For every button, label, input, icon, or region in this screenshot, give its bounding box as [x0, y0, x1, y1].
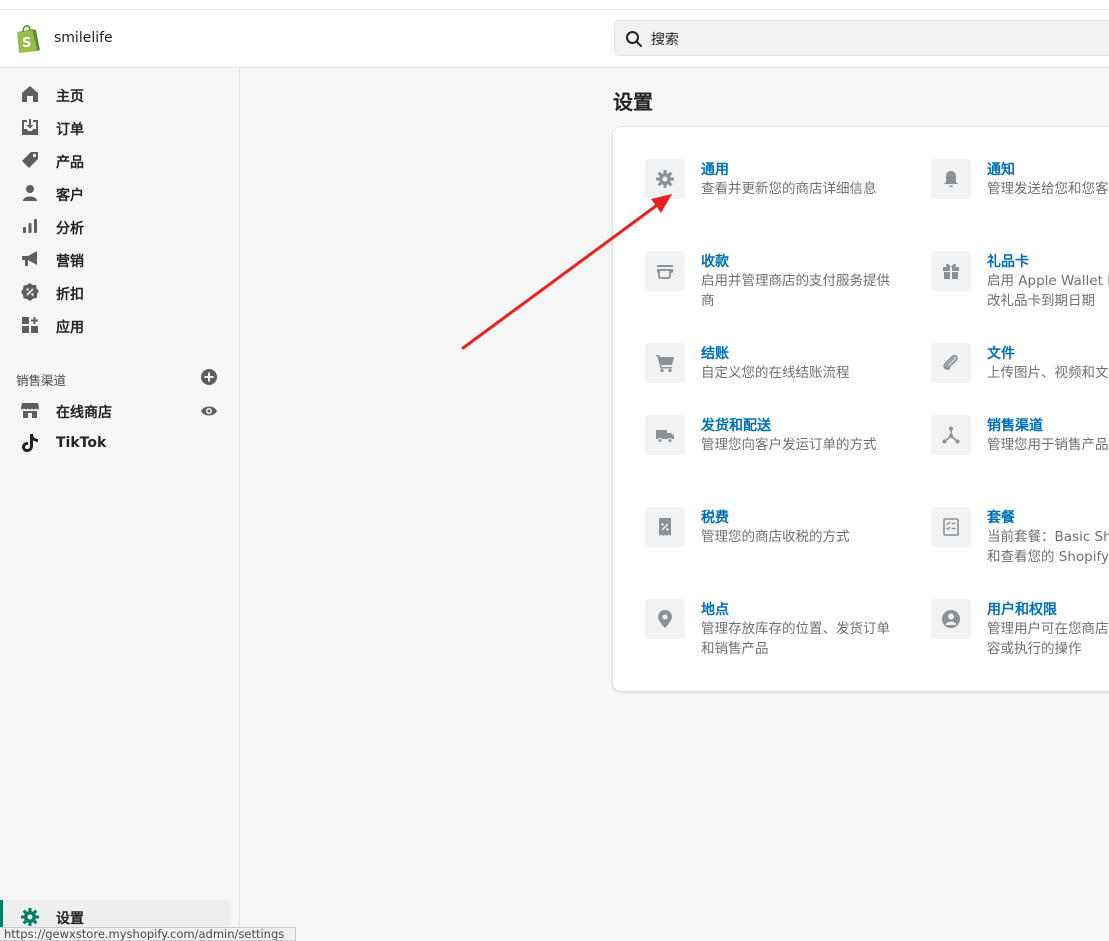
- setting-title[interactable]: 套餐: [987, 507, 1015, 527]
- icon-box: [645, 251, 685, 291]
- icon-box: [931, 251, 971, 291]
- store-icon: [21, 403, 39, 418]
- setting-title[interactable]: 通用: [701, 159, 729, 179]
- setting-description: 自定义您的在线结账流程: [701, 365, 850, 381]
- top-bar: S smilelife 搜索: [0, 10, 1109, 68]
- setting-description: 上传图片、视频和文档: [987, 365, 1109, 381]
- setting-description: 启用并管理商店的支付服务提供商: [701, 273, 890, 309]
- sidebar-item-discounts[interactable]: 折扣: [0, 276, 231, 309]
- megaphone-icon: [22, 251, 37, 266]
- sales-channels-heading: 销售渠道: [16, 373, 67, 388]
- setting-description: 启用 Apple Wallet Passes 或更改礼品卡到期日期: [987, 273, 1109, 309]
- icon-box: [931, 507, 971, 547]
- svg-text:S: S: [22, 36, 31, 51]
- setting-title[interactable]: 通知: [987, 159, 1015, 179]
- icon-box: [645, 599, 685, 639]
- sidebar-item-label: 产品: [56, 155, 84, 171]
- setting-title[interactable]: 礼品卡: [987, 251, 1029, 271]
- sidebar-item-analytics[interactable]: 分析: [0, 210, 231, 243]
- cart-icon: [656, 355, 674, 373]
- sidebar-item-label: 订单: [56, 122, 84, 138]
- sidebar-item-marketing[interactable]: 营销: [0, 243, 231, 276]
- payments-icon: [657, 265, 673, 279]
- sidebar-item-label: 设置: [56, 911, 84, 927]
- analytics-icon: [23, 219, 37, 233]
- icon-box: [931, 599, 971, 639]
- gift-icon: [943, 263, 959, 279]
- truck-icon: [656, 430, 674, 443]
- sidebar-item-label: 应用: [56, 320, 84, 336]
- shopify-logo-icon[interactable]: S: [14, 24, 40, 54]
- search-bar[interactable]: 搜索: [614, 20, 1109, 56]
- sidebar-item-label: 营销: [56, 254, 84, 270]
- search-input[interactable]: 搜索: [651, 29, 679, 49]
- setting-title[interactable]: 文件: [987, 343, 1015, 363]
- sidebar-item-label: 客户: [56, 188, 84, 204]
- location-icon: [658, 610, 672, 628]
- tag-icon: [22, 152, 38, 168]
- add-channel-icon[interactable]: [200, 368, 218, 386]
- sidebar-item-online-store[interactable]: 在线商店: [0, 394, 231, 427]
- home-icon: [22, 86, 38, 102]
- search-icon: [626, 31, 642, 47]
- discount-icon: [21, 283, 39, 301]
- setting-description: 管理用户可在您商店中查看的内容或执行的操作: [987, 621, 1109, 657]
- channels-icon: [942, 426, 960, 444]
- sidebar-item-label: 折扣: [56, 287, 84, 303]
- setting-title[interactable]: 税费: [701, 507, 729, 527]
- sidebar-item-apps[interactable]: 应用: [0, 309, 231, 342]
- gear-icon: [656, 170, 674, 188]
- sidebar-item-home[interactable]: 主页: [0, 78, 231, 111]
- setting-title[interactable]: 地点: [701, 599, 729, 619]
- setting-title[interactable]: 结账: [701, 343, 729, 363]
- icon-box: [645, 415, 685, 455]
- settings-card: 通用 查看并更新您的商店详细信息 通知 管理发送给您和您客户的通知 收款 启用并…: [613, 127, 1109, 691]
- apps-icon: [22, 317, 38, 333]
- sidebar-item-label: 分析: [56, 221, 84, 237]
- icon-box: [645, 507, 685, 547]
- page-title: 设置: [613, 90, 653, 114]
- eye-icon[interactable]: [200, 402, 218, 420]
- orders-icon: [22, 119, 38, 135]
- sidebar-item-label: 主页: [56, 89, 84, 105]
- sidebar-item-orders[interactable]: 订单: [0, 111, 231, 144]
- icon-box: [645, 343, 685, 383]
- setting-description: 管理存放库存的位置、发货订单和销售产品: [701, 621, 890, 657]
- sidebar-item-customers[interactable]: 客户: [0, 177, 231, 210]
- plan-icon: [943, 518, 959, 536]
- setting-title[interactable]: 用户和权限: [987, 599, 1057, 619]
- bell-icon: [944, 171, 958, 187]
- user-icon: [942, 610, 960, 628]
- tax-icon: [659, 518, 671, 536]
- tiktok-icon: [22, 434, 38, 452]
- icon-box: [931, 343, 971, 383]
- icon-box: [931, 415, 971, 455]
- setting-description: 查看并更新您的商店详细信息: [701, 181, 877, 197]
- sidebar: 主页 订单 产品 客户 分析 营销 折扣 应用 销售渠道 在线商店 TikTok: [0, 68, 240, 939]
- store-name[interactable]: smilelife: [54, 30, 113, 46]
- icon-box: [931, 159, 971, 199]
- customer-icon: [23, 185, 37, 201]
- setting-description: 管理您向客户发运订单的方式: [701, 437, 877, 453]
- setting-description: 当前套餐：Basic Shopify 管理和查看您的 Shopify 套餐: [987, 529, 1109, 565]
- sidebar-item-products[interactable]: 产品: [0, 144, 231, 177]
- sidebar-item-tiktok[interactable]: TikTok: [0, 427, 231, 460]
- setting-title[interactable]: 发货和配送: [701, 415, 771, 435]
- setting-title[interactable]: 收款: [701, 251, 729, 271]
- setting-description: 管理您的商店收税的方式: [701, 529, 850, 545]
- sidebar-item-label: TikTok: [56, 435, 107, 451]
- sidebar-item-label: 在线商店: [56, 405, 112, 421]
- gear-icon: [21, 908, 39, 926]
- browser-edge: [0, 0, 1109, 10]
- paperclip-icon: [943, 354, 958, 370]
- setting-title[interactable]: 销售渠道: [987, 415, 1043, 435]
- setting-description: 管理您用于销售产品的渠道: [987, 437, 1109, 453]
- setting-description: 管理发送给您和您客户的通知: [987, 181, 1109, 197]
- icon-box: [645, 159, 685, 199]
